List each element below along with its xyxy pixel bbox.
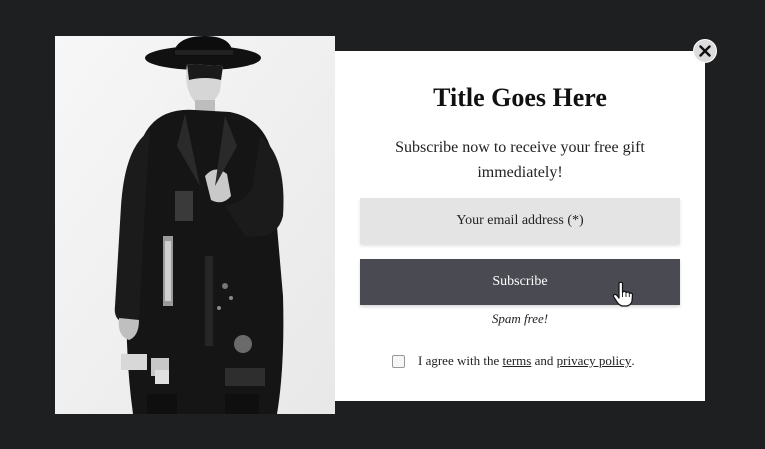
- spam-note: Spam free!: [491, 311, 549, 326]
- privacy-policy-link[interactable]: privacy policy: [557, 353, 632, 369]
- close-icon: [699, 45, 711, 57]
- popup-subtitle: Subscribe now to receive your free gift …: [395, 139, 645, 181]
- consent-text-suffix: .: [631, 353, 635, 368]
- fashion-photo: [55, 36, 335, 414]
- hand-pointer-icon: [612, 281, 634, 307]
- popup-title: Title Goes Here: [433, 83, 607, 112]
- consent-text-and: and: [531, 353, 557, 368]
- consent-checkbox[interactable]: [392, 354, 405, 368]
- consent-row: I agree with the terms and privacy polic…: [392, 353, 635, 369]
- email-field[interactable]: [360, 198, 680, 244]
- close-button[interactable]: [693, 39, 717, 63]
- consent-text-prefix: I agree with the: [418, 353, 503, 368]
- terms-link[interactable]: terms: [502, 353, 531, 369]
